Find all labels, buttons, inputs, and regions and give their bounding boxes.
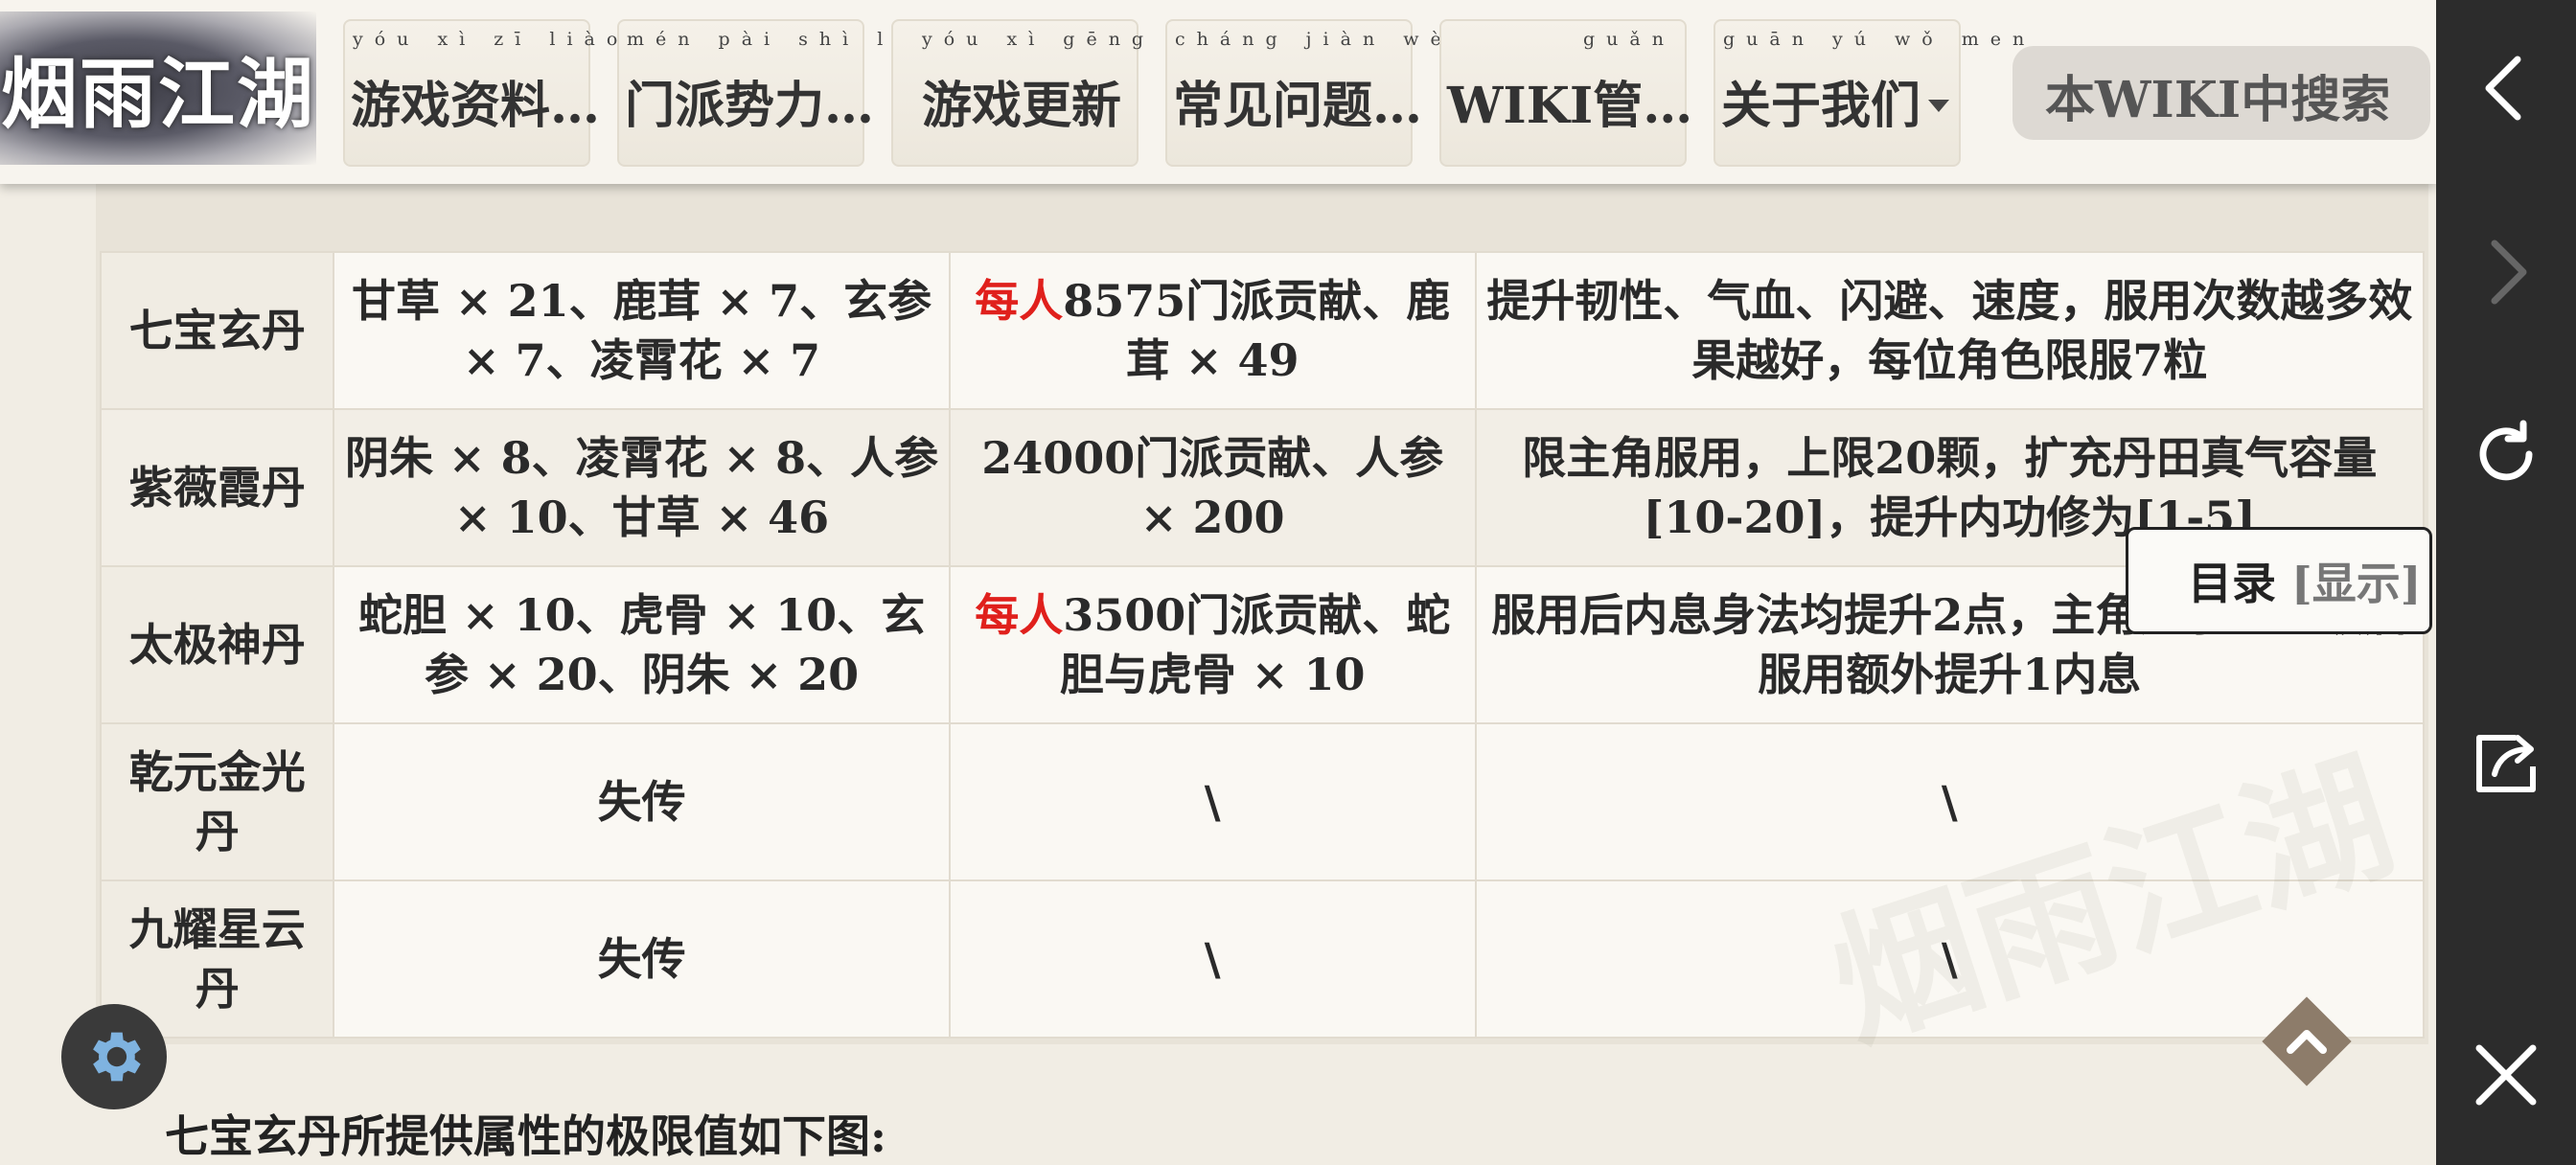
logo-text: 烟雨江湖 (1, 49, 315, 139)
gear-icon (93, 1032, 141, 1082)
pill-cost: \ (948, 722, 1477, 881)
back-button[interactable] (2468, 50, 2544, 126)
nav-pinyin: guān yú wǒ men (1723, 29, 2036, 50)
pill-name: 紫薇霞丹 (99, 408, 335, 567)
chevron-right-icon (2491, 240, 2527, 305)
toc-box[interactable]: 目录 [显示] (2126, 527, 2432, 634)
table-row: 七宝玄丹 甘草 × 21、鹿茸 × 7、玄参 × 7、凌霄花 × 7 每人857… (99, 251, 2426, 410)
section-caption: 七宝玄丹所提供属性的极限值如下图: (165, 1110, 886, 1162)
cost-text: \ (1204, 776, 1221, 828)
nav-sects[interactable]: mén pài shì lì 门派势力… (617, 19, 900, 167)
nav-about-us[interactable]: guān yú wǒ men 关于我们 (1714, 19, 2024, 167)
nav-faq[interactable]: cháng jiàn wèn tí 常见问题… (1165, 19, 1518, 167)
toc-toggle[interactable]: [显示] (2291, 558, 2422, 609)
search-placeholder: 本WIKI中搜索 (2045, 71, 2391, 129)
back-to-top-button[interactable] (2254, 989, 2359, 1094)
nav-label: 关于我们 (1721, 77, 1921, 135)
pill-cost: 每人3500门派贡献、蛇胆与虎骨 × 10 (948, 565, 1477, 724)
pill-ingredients: 失传 (333, 879, 951, 1039)
pill-ingredients: 阴朱 × 8、凌霄花 × 8、人参 × 10、甘草 × 46 (333, 408, 951, 567)
nav-game-data[interactable]: yóu xì zī liào 游戏资料… (343, 19, 617, 167)
cost-text: 24000门派贡献、人参 × 200 (981, 432, 1444, 543)
nav-pinyin: yóu xì zī liào (353, 29, 630, 50)
cost-text: 8575门派贡献、鹿茸 × 49 (1063, 275, 1451, 386)
pill-name: 七宝玄丹 (99, 251, 335, 410)
pill-cost: 24000门派贡献、人参 × 200 (948, 408, 1477, 567)
table-row: 太极神丹 蛇胆 × 10、虎骨 × 10、玄参 × 20、阴朱 × 20 每人3… (99, 565, 2426, 724)
settings-button[interactable] (61, 1004, 167, 1109)
nav-label: WIKI管… (1447, 77, 1693, 135)
site-logo[interactable]: 烟雨江湖 (0, 11, 316, 165)
pill-cost: 每人8575门派贡献、鹿茸 × 49 (948, 251, 1477, 410)
cost-prefix: 每人 (975, 275, 1064, 327)
refresh-button[interactable] (2468, 416, 2544, 492)
nav-label: 常见问题… (1173, 77, 1423, 135)
pill-name: 乾元金光丹 (99, 722, 335, 881)
forward-button[interactable] (2468, 234, 2544, 310)
top-navigation: 烟雨江湖 yóu xì zī liào 游戏资料… mén pài shì lì… (0, 0, 2436, 184)
toc-title: 目录 (2188, 558, 2276, 609)
cost-prefix: 每人 (975, 589, 1064, 641)
pill-ingredients: 蛇胆 × 10、虎骨 × 10、玄参 × 20、阴朱 × 20 (333, 565, 951, 724)
nav-label: 游戏更新 (922, 77, 1122, 135)
nav-label: 游戏资料… (351, 77, 601, 135)
search-input[interactable]: 本WIKI中搜索 (2012, 46, 2430, 140)
nav-label: 门派势力… (625, 77, 875, 135)
share-button[interactable] (2468, 724, 2544, 801)
arrow-up-icon (2262, 996, 2352, 1086)
table-row: 紫薇霞丹 阴朱 × 8、凌霄花 × 8、人参 × 10、甘草 × 46 2400… (99, 408, 2426, 567)
cost-text: 3500门派贡献、蛇胆与虎骨 × 10 (1059, 589, 1451, 700)
pill-cost: \ (948, 879, 1477, 1039)
pill-ingredients: 失传 (333, 722, 951, 881)
close-button[interactable] (2468, 1037, 2544, 1113)
refresh-icon (2479, 420, 2533, 481)
nav-pinyin: mén pài shì lì (627, 29, 912, 50)
chevron-left-icon (2485, 56, 2521, 121)
nav-pinyin: guǎn (1583, 29, 1675, 50)
close-icon (2475, 1044, 2537, 1106)
pill-ingredients: 甘草 × 21、鹿茸 × 7、玄参 × 7、凌霄花 × 7 (333, 251, 951, 410)
pill-effect: 提升韧性、气血、闪避、速度，服用次数越多效果越好，每位角色限服7粒 (1474, 251, 2426, 410)
cost-text: \ (1204, 933, 1221, 985)
share-icon (2476, 735, 2536, 792)
nav-game-updates[interactable]: yóu xì gēng xīn 游戏更新 (891, 19, 1223, 167)
nav-wiki-admin[interactable]: guǎn WIKI管… (1439, 19, 1692, 167)
browser-side-panel (2436, 0, 2576, 1165)
pill-name: 太极神丹 (99, 565, 335, 724)
chevron-down-icon[interactable] (1928, 100, 1949, 112)
